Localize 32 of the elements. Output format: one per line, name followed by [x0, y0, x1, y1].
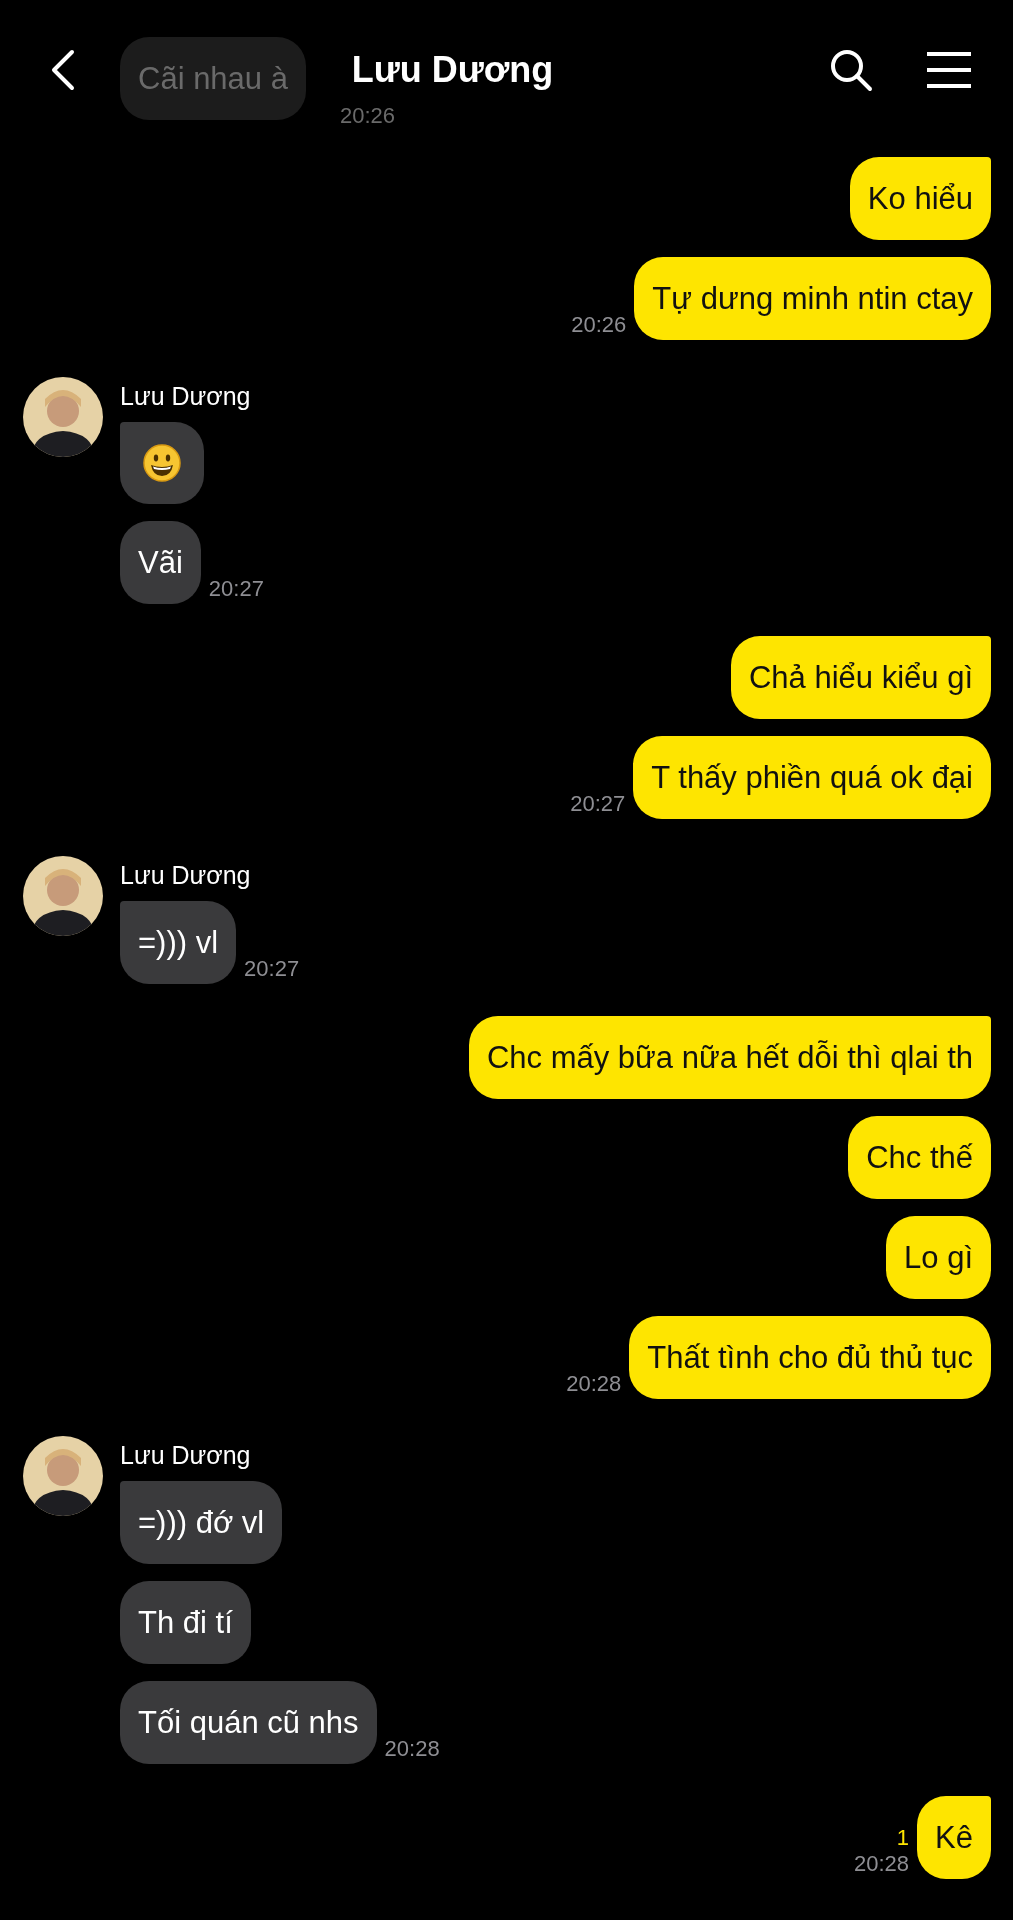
message-bubble: =))) vl [120, 901, 237, 984]
message-time: 20:28 [566, 1371, 622, 1397]
message-bubble: T thấy phiền quá ok đại [633, 736, 991, 819]
sender-name: Lưu Dương [120, 1440, 252, 1470]
message-bubble: Lo gì [886, 1216, 991, 1299]
message-time: 20:28 [854, 1851, 910, 1877]
message-bubble: Vãi [120, 521, 201, 604]
message-bubble: =))) đớ vl [120, 1481, 283, 1564]
sender-name: Lưu Dương [120, 860, 252, 890]
smiley-emoji-icon [142, 443, 182, 483]
message-time: 20:28 [384, 1736, 440, 1762]
message-bubble: Ko hiểu [849, 157, 991, 240]
message-bubble: Tự dưng minh ntin ctay [634, 257, 991, 340]
message-bubble: Tối quán cũ nhs [120, 1681, 377, 1764]
message-time: 20:26 [340, 102, 396, 130]
menu-button[interactable] [925, 52, 973, 88]
message-bubble: Thất tình cho đủ thủ tục [629, 1316, 991, 1399]
message-time: 20:27 [208, 576, 264, 602]
message-bubble: Cãi nhau à [120, 37, 306, 120]
message-bubble: Chả hiểu kiểu gì [730, 636, 991, 719]
message-time: 20:27 [244, 956, 300, 982]
message-bubble: Chc thế [848, 1116, 991, 1199]
unread-count: 1 [896, 1825, 910, 1851]
search-button[interactable] [829, 48, 873, 92]
chat-title: Lưu Dương [351, 48, 554, 92]
message-bubble: Th đi tí [120, 1581, 251, 1664]
message-time: 20:26 [571, 312, 627, 338]
message-time: 20:27 [570, 791, 626, 817]
message-bubble: Kê [917, 1796, 991, 1879]
back-button[interactable] [50, 49, 76, 91]
sender-name: Lưu Dương [120, 381, 252, 411]
message-bubble: Chc mấy bữa nữa hết dỗi thì qlai th [468, 1016, 991, 1099]
